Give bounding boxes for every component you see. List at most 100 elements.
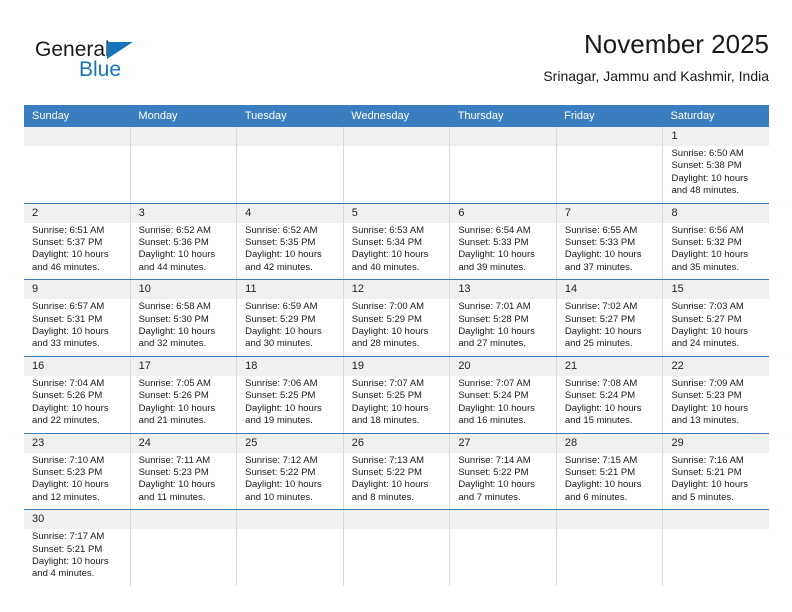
day-sun-info[interactable]: Sunrise: 6:58 AM Sunset: 5:30 PM Daylight:… [131,299,238,356]
day-sun-info[interactable]: Sunrise: 7:13 AM Sunset: 5:22 PM Daylight:… [344,452,451,510]
sunrise-text: Sunrise: 6:50 AM [671,148,744,159]
daylight-text: Daylight: 10 hours [245,479,322,491]
daylight-text: Daylight: 10 hours [351,479,429,491]
day-number[interactable]: 7 [557,203,664,223]
day-sun-info[interactable]: Sunrise: 7:16 AM Sunset: 5:21 PM Daylight:… [663,453,769,510]
day-number[interactable]: 13 [450,280,557,300]
day-number[interactable]: 29 [663,434,769,453]
day-number[interactable]: 28 [557,433,664,453]
sunrise-text: Sunrise: 6:53 AM [351,224,425,236]
day-sun-info[interactable]: Sunrise: 6:59 AM Sunset: 5:29 PM Daylight:… [237,299,344,356]
day-sun-info[interactable]: Sunrise: 7:15 AM Sunset: 5:21 PM Daylight:… [557,452,664,510]
day-sun-info[interactable]: Sunrise: 7:14 AM Sunset: 5:22 PM Daylight:… [450,452,557,510]
day-number[interactable]: 19 [344,356,451,376]
day-number[interactable]: 21 [557,356,664,376]
weekday-header-monday: Monday [138,110,178,122]
sunrise-text: Sunrise: 6:54 AM [458,224,531,236]
day-sun-info[interactable]: Sunrise: 7:07 AM Sunset: 5:24 PM Daylight:… [450,375,557,433]
sunrise-text: Sunrise: 7:07 AM [458,377,531,389]
day-number[interactable]: 15 [663,280,769,299]
day-number[interactable]: 14 [557,280,664,300]
day-sun-info[interactable]: Sunrise: 7:05 AM Sunset: 5:26 PM Daylight:… [131,375,238,433]
sunset-text: Sunset: 5:25 PM [245,390,316,402]
sunset-text: Sunset: 5:27 PM [671,313,742,325]
week-date-band: 1 [24,127,769,146]
day-sun-info[interactable]: Sunrise: 7:11 AM Sunset: 5:23 PM Daylight:… [131,452,238,510]
day-number[interactable]: 3 [131,203,238,223]
day-sun-info[interactable]: Sunrise: 6:54 AM Sunset: 5:33 PM Daylight:… [450,222,557,280]
week-info-band: Sunrise: 7:10 AM Sunset: 5:23 PM Daylight:… [24,452,769,510]
day-number[interactable]: 4 [237,203,344,223]
day-sun-info[interactable]: Sunrise: 7:12 AM Sunset: 5:22 PM Daylight:… [237,452,344,510]
sunrise-text: Sunrise: 7:14 AM [458,454,531,466]
sunset-text: Sunset: 5:22 PM [458,466,529,478]
day-number[interactable]: 17 [131,356,238,376]
day-number[interactable]: 22 [663,357,769,376]
day-sun-info[interactable]: Sunrise: 6:53 AM Sunset: 5:34 PM Daylight:… [344,222,451,280]
daylight-text-cont: and 32 minutes. [138,338,207,350]
day-sun-info[interactable]: Sunrise: 6:55 AM Sunset: 5:33 PM Daylight:… [557,222,664,280]
day-number[interactable]: 20 [450,356,557,376]
sunset-text: Sunset: 5:21 PM [564,466,636,478]
sunrise-text: Sunrise: 7:03 AM [671,301,744,313]
week-date-band: 16 17 18 19 20 21 22 [24,356,769,376]
day-sun-info[interactable]: Sunrise: 7:08 AM Sunset: 5:24 PM Daylight:… [557,375,664,433]
sunrise-text: Sunrise: 6:57 AM [32,301,105,313]
day-sun-info[interactable]: Sunrise: 7:09 AM Sunset: 5:23 PM Daylight:… [663,376,769,433]
day-sun-info[interactable]: Sunrise: 7:17 AM Sunset: 5:21 PM Daylight:… [24,529,131,586]
day-sun-info[interactable]: Sunrise: 7:06 AM Sunset: 5:25 PM Daylight:… [237,375,344,433]
week-date-band: 2345678 [24,203,769,223]
day-sun-info[interactable]: Sunrise: 6:57 AM Sunset: 5:31 PM Daylight:… [24,299,131,356]
day-sun-info[interactable]: Sunrise: 7:10 AM Sunset: 5:23 PM Daylight:… [24,452,131,510]
day-number[interactable]: 12 [344,280,451,300]
day-sun-info[interactable]: Sunrise: 7:03 AM Sunset: 5:27 PM Daylight:… [663,299,769,356]
day-sun-info[interactable]: Sunrise: 6:50 AM Sunset: 5:38 PM Daylight:… [663,146,769,203]
daylight-text: Daylight: 10 hours [671,402,749,414]
day-sun-info[interactable]: Sunrise: 7:04 AM Sunset: 5:26 PM Daylight:… [24,375,131,433]
sunrise-text: Sunrise: 7:10 AM [32,454,105,466]
day-number[interactable]: 23 [24,433,131,453]
sunrise-text: Sunrise: 7:11 AM [138,454,211,466]
day-number[interactable]: 26 [344,433,451,453]
day-sun-info[interactable]: Sunrise: 7:02 AM Sunset: 5:27 PM Daylight:… [557,299,664,356]
sunset-text: Sunset: 5:23 PM [671,390,742,402]
day-cell-empty [557,146,664,203]
day-number[interactable]: 10 [131,280,238,300]
day-number[interactable]: 27 [450,433,557,453]
day-cell-empty [450,529,557,586]
day-sun-info[interactable]: Sunrise: 7:01 AM Sunset: 5:28 PM Daylight:… [450,299,557,356]
sunset-text: Sunset: 5:23 PM [138,466,209,478]
daylight-text: Daylight: 10 hours [138,402,216,414]
sunset-text: Sunset: 5:37 PM [32,237,103,249]
day-number[interactable]: 8 [663,204,769,223]
day-number[interactable]: 25 [237,433,344,453]
sunrise-text: Sunrise: 7:02 AM [564,301,638,313]
day-sun-info[interactable]: Sunrise: 6:56 AM Sunset: 5:32 PM Daylight:… [663,223,769,280]
day-number[interactable]: 6 [450,203,557,223]
day-sun-info[interactable]: Sunrise: 6:52 AM Sunset: 5:36 PM Daylight:… [131,222,238,280]
day-number[interactable]: 18 [237,356,344,376]
sunset-text: Sunset: 5:33 PM [458,237,529,249]
day-sun-info[interactable]: Sunrise: 6:51 AM Sunset: 5:37 PM Daylight:… [24,222,131,280]
day-sun-info[interactable]: Sunrise: 7:07 AM Sunset: 5:25 PM Daylight:… [344,375,451,433]
day-number[interactable]: 30 [24,510,131,530]
sunset-text: Sunset: 5:26 PM [138,390,209,402]
day-number[interactable]: 1 [663,127,769,146]
day-number[interactable]: 11 [237,280,344,300]
day-sun-info[interactable]: Sunrise: 7:00 AM Sunset: 5:29 PM Daylight:… [344,299,451,356]
day-number[interactable]: 16 [24,356,131,376]
weekday-header-row: Sunday Monday Tuesday Wednesday Thursday Frid… [24,105,769,127]
day-number[interactable]: 9 [24,280,131,300]
week-info-band: Sunrise: 7:17 AM Sunset: 5:21 PM Daylight:… [24,529,769,586]
sunrise-text: Sunrise: 7:13 AM [351,454,425,466]
sunrise-text: Sunrise: 7:01 AM [458,301,531,313]
day-cell-empty [131,146,238,203]
day-number[interactable]: 24 [131,433,238,453]
daylight-text-cont: and 28 minutes. [351,338,420,350]
day-number[interactable]: 2 [24,203,131,223]
day-number[interactable]: 5 [344,203,451,223]
general-blue-logo[interactable]: General Blue [35,38,185,90]
day-sun-info[interactable]: Sunrise: 6:52 AM Sunset: 5:35 PM Daylight:… [237,222,344,280]
daylight-text: Daylight: 10 hours [351,326,429,338]
daylight-text: Daylight: 10 hours [138,326,216,338]
